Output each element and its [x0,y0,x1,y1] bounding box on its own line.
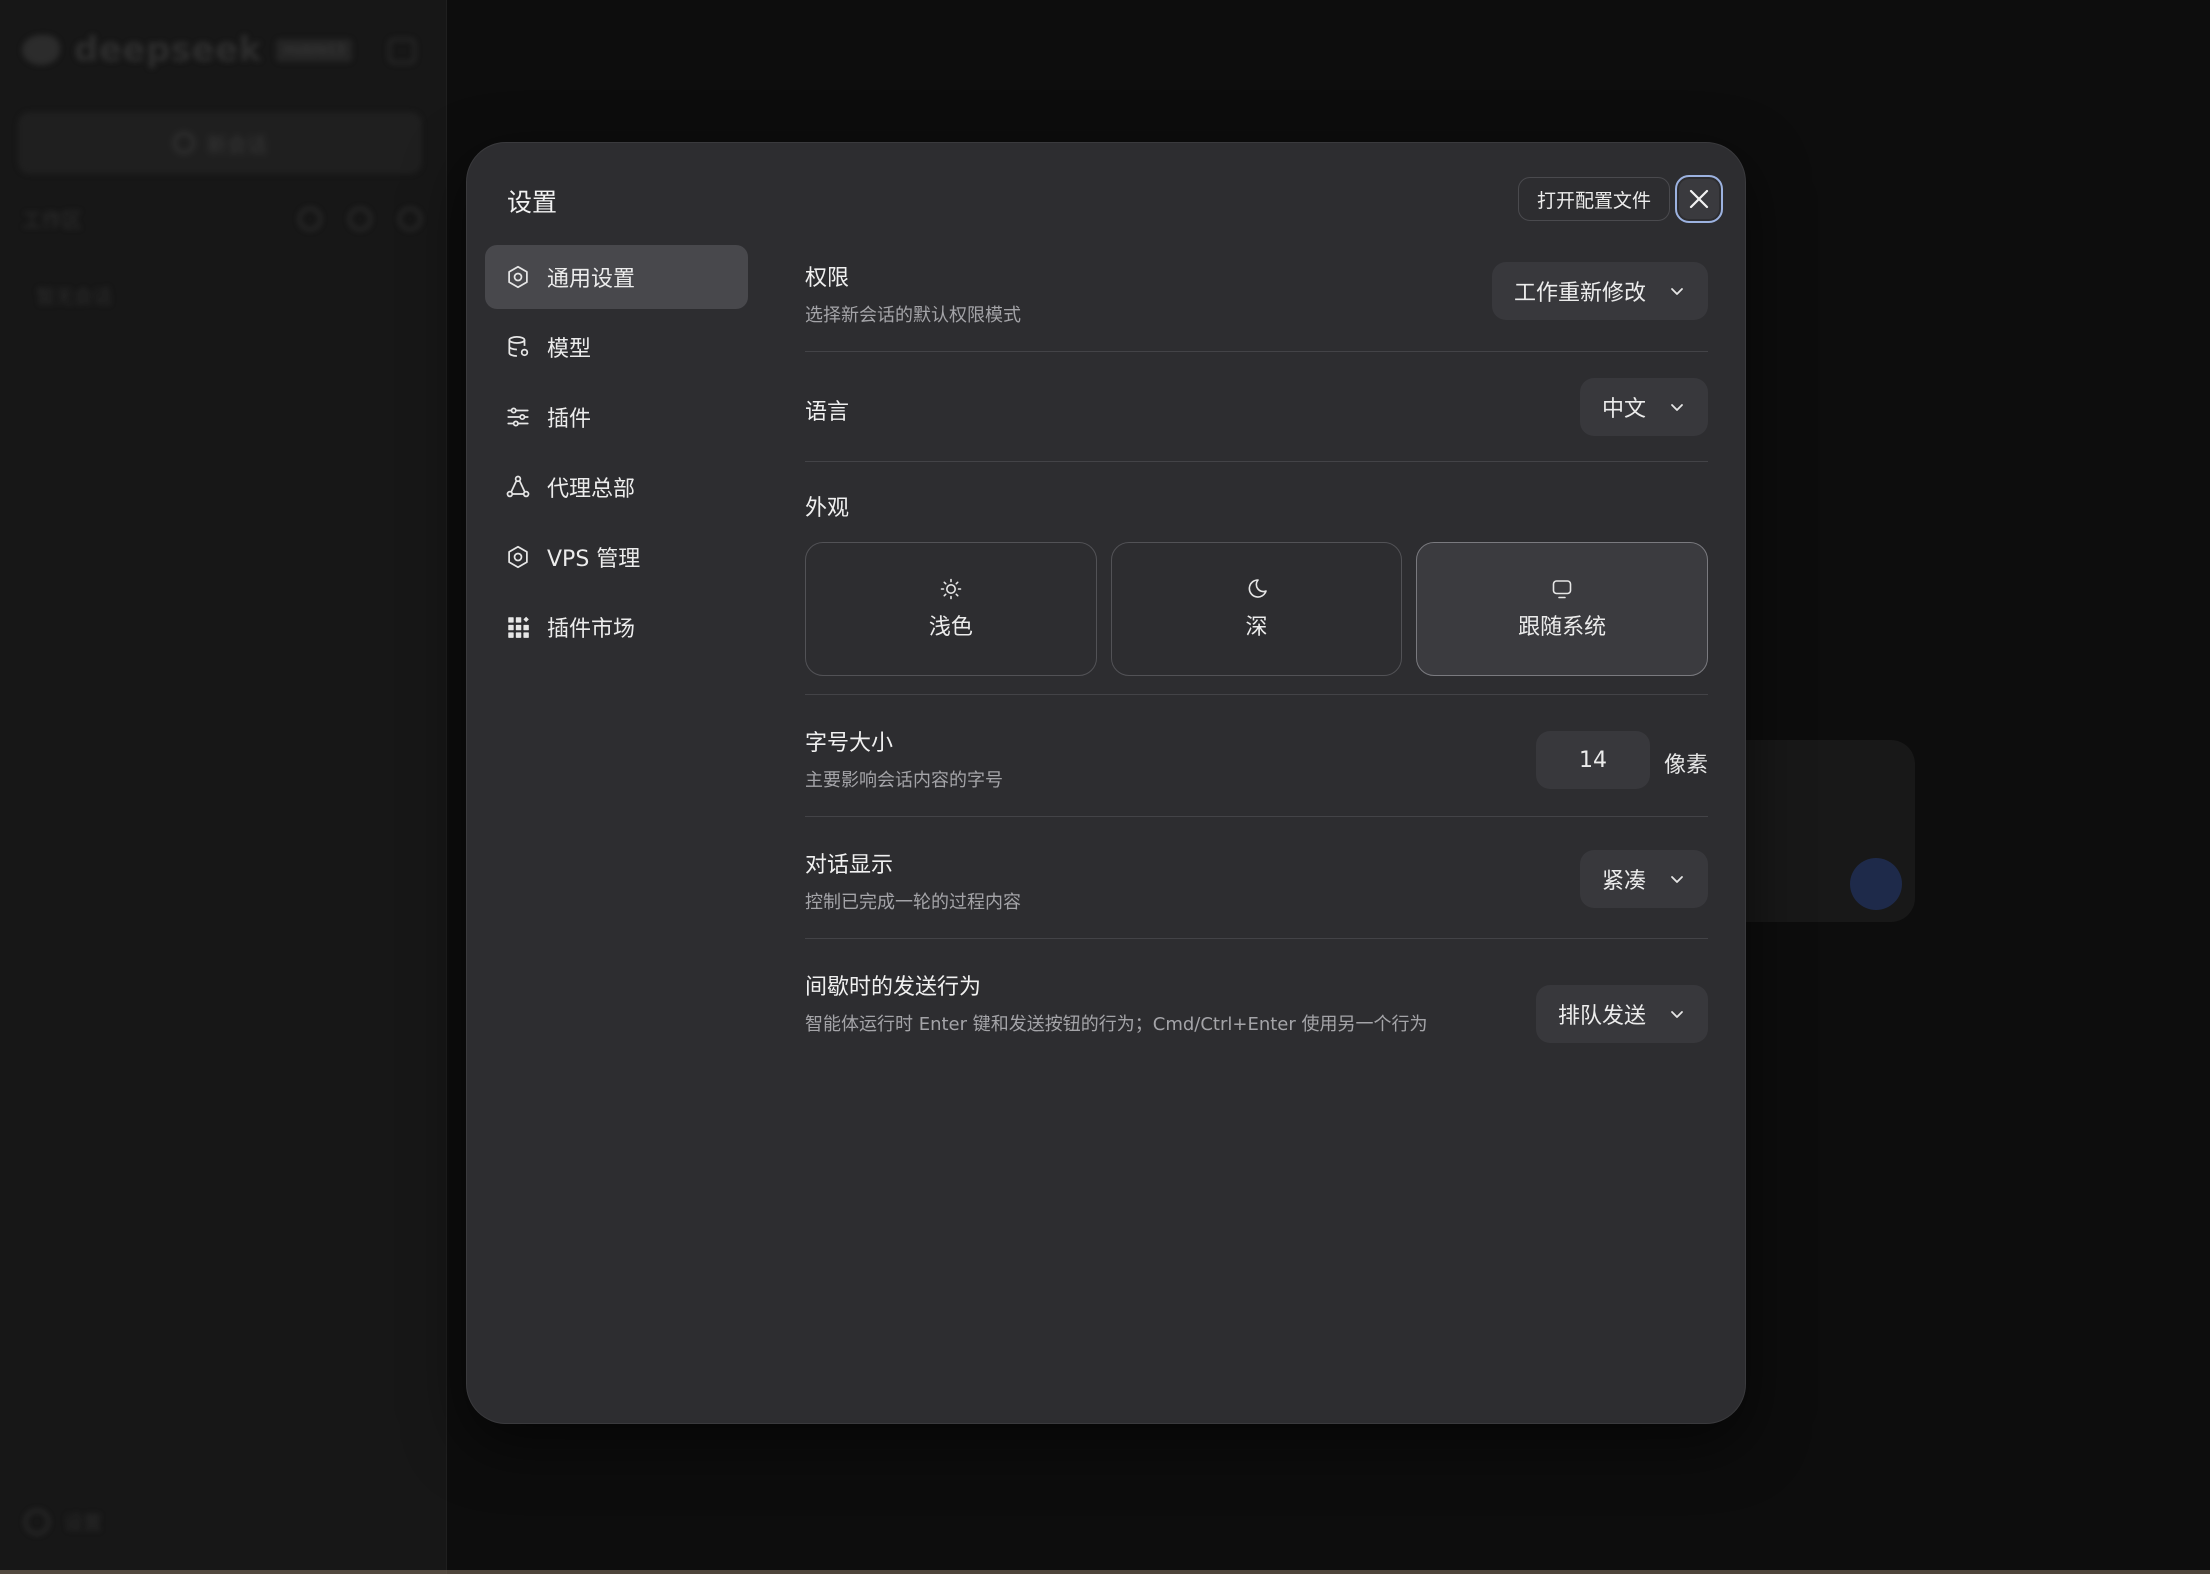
search-icon [298,206,322,231]
theme-options: 浅色 深 跟随系统 [805,542,1709,676]
nav-item-label: 模型 [547,337,592,362]
permission-setting: 权限 选择新会话的默认权限模式 工作重新修改 [805,242,1708,352]
nav-item-general[interactable]: 通用设置 [485,245,748,309]
close-icon [1689,189,1709,209]
open-config-button[interactable]: 打开配置文件 [1518,177,1671,221]
sidebar-settings: 设置 [24,1508,102,1535]
nav-item-label: 插件 [547,407,592,432]
brand-name: deepseek [74,30,262,70]
nav-item-label: 插件市场 [547,617,636,642]
workspace-header: 工作区 [22,204,422,233]
nav-item-models[interactable]: 模型 [485,315,748,379]
chevron-down-icon [1671,876,1683,883]
appearance-setting: 外观 浅色 深 跟随系统 [805,462,1709,695]
version-badge: mobile13 [275,38,353,62]
theme-option-label: 跟随系统 [1518,615,1607,640]
language-select[interactable]: 中文 [1579,378,1708,436]
send-behavior-desc: 智能体运行时 Enter 键和发送按钮的行为；Cmd/Ctrl+Enter 使用… [805,1014,1428,1035]
network-icon [506,475,530,498]
sliders-icon [507,407,529,427]
grid-icon [508,616,529,638]
gear-icon [508,545,528,569]
moon-icon [1248,579,1267,598]
nav-item-agent-hq[interactable]: 代理总部 [485,455,748,519]
settings-nav: 通用设置 模型 插件 代理总部 VPS 管理 插件市场 [485,245,748,665]
nav-item-label: VPS 管理 [547,547,641,572]
theme-option-system[interactable]: 跟随系统 [1416,542,1709,676]
branch-icon [348,206,372,231]
theme-option-label: 浅色 [928,615,973,640]
sidebar-collapse-icon [388,38,416,64]
plus-circle-icon [173,132,195,154]
app-logo: deepseek mobile13 [22,30,353,70]
theme-option-label: 深 [1245,615,1268,640]
nav-item-plugins[interactable]: 插件 [485,385,748,449]
language-label: 语言 [805,400,850,425]
chevron-down-icon [1671,1011,1683,1018]
sidebar-settings-label: 设置 [64,1512,103,1534]
empty-sessions-text: 暂无会话 [36,286,113,308]
nav-item-vps[interactable]: VPS 管理 [485,525,748,589]
chevron-down-icon [1671,404,1683,411]
workspace-tools [298,206,422,231]
send-button-background [1850,858,1902,910]
dialog-display-select[interactable]: 紧凑 [1579,850,1708,908]
dialog-display-desc: 控制已完成一轮的过程内容 [805,892,1021,913]
dialog-display-label: 对话显示 [805,853,894,878]
modal-title: 设置 [507,188,558,217]
nav-item-label: 代理总部 [547,477,636,502]
new-folder-icon [398,206,422,231]
send-behavior-select[interactable]: 排队发送 [1535,985,1708,1043]
appearance-label: 外观 [805,496,850,521]
language-setting: 语言 中文 [805,352,1708,462]
database-icon [508,336,529,357]
sun-icon [940,578,962,600]
nav-item-plugin-market[interactable]: 插件市场 [485,595,748,659]
send-behavior-value: 排队发送 [1557,1004,1646,1029]
font-size-setting: 字号大小 主要影响会话内容的字号 像素 [805,695,1708,817]
permission-value: 工作重新修改 [1513,281,1646,306]
send-behavior-setting: 间歇时的发送行为 智能体运行时 Enter 键和发送按钮的行为；Cmd/Ctrl… [805,939,1708,1069]
gear-icon [24,1508,50,1535]
new-chat-button: 新会话 [18,112,422,174]
workspace-label: 工作区 [22,208,82,232]
new-chat-label: 新会话 [207,132,267,157]
theme-option-light[interactable]: 浅色 [805,542,1097,676]
font-size-unit: 像素 [1663,753,1708,778]
theme-option-dark[interactable]: 深 [1110,542,1403,676]
settings-rows: 权限 选择新会话的默认权限模式 工作重新修改 语言 中文 外观 浅色 深 跟随系… [805,242,1709,1069]
font-size-input[interactable] [1536,731,1650,789]
language-value: 中文 [1601,397,1646,422]
background-sidebar: deepseek mobile13 新会话 工作区 暂无会话 设置 [0,0,447,1574]
nav-item-label: 通用设置 [547,267,636,292]
permission-select[interactable]: 工作重新修改 [1491,262,1708,320]
dialog-display-setting: 对话显示 控制已完成一轮的过程内容 紧凑 [805,817,1708,939]
chevron-down-icon [1671,288,1683,295]
monitor-icon [1552,580,1572,599]
dialog-display-value: 紧凑 [1601,869,1646,894]
bottom-edge-strip [0,1570,2210,1574]
close-button[interactable] [1675,175,1723,223]
whale-logo-icon [22,35,60,65]
gear-icon [508,265,528,289]
